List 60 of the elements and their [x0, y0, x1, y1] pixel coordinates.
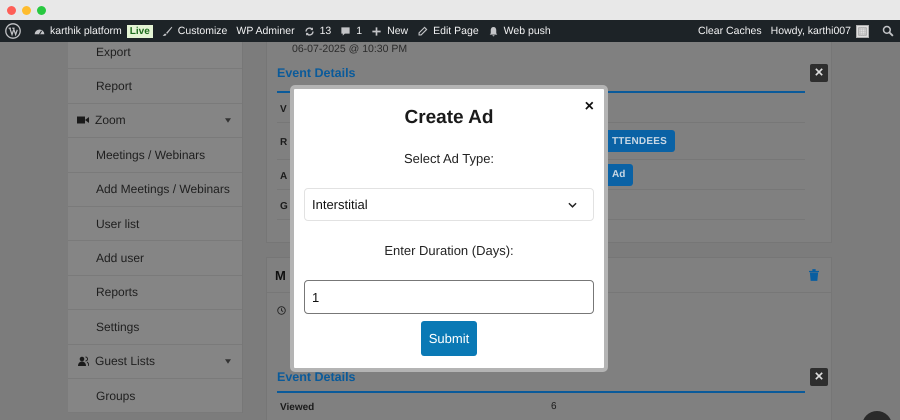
people-icon: [77, 356, 89, 366]
caret-icon: [225, 358, 231, 364]
row-label: A: [280, 170, 288, 182]
event-date: 06-07-2025 @ 10:30 PM: [291, 42, 408, 57]
row-value: 6: [551, 400, 557, 412]
wordpress-logo-icon[interactable]: [5, 23, 21, 39]
field-label: Enter Duration (Days):: [384, 243, 514, 258]
caret-icon: [225, 118, 231, 123]
sidebar-item[interactable]: Guest Lists: [68, 344, 242, 379]
close-button[interactable]: ×: [582, 99, 596, 115]
submit-button[interactable]: Submit: [420, 321, 478, 356]
sidebar-item[interactable]: User list: [68, 206, 242, 242]
bell-icon: [488, 26, 499, 36]
avatar-icon: [856, 24, 869, 38]
close-window-button[interactable]: [7, 6, 16, 14]
close-button[interactable]: ×: [810, 64, 828, 82]
field-label: Select Ad Type:: [404, 151, 494, 166]
dialog-title: Create Ad: [404, 107, 494, 129]
row-label: Viewed: [280, 402, 314, 413]
ad-type-select[interactable]: Interstitial: [304, 188, 594, 221]
duration-input-field[interactable]: 1: [304, 280, 594, 314]
maximize-window-button[interactable]: [37, 6, 46, 14]
meeting-title: M: [275, 268, 286, 282]
edit-page-link[interactable]: Edit Page: [417, 25, 479, 37]
live-badge: Live: [126, 24, 153, 38]
row-label: V: [280, 104, 287, 114]
plus-icon: [371, 26, 382, 36]
sidebar-item[interactable]: Zoom: [68, 104, 242, 138]
admin-bar-link[interactable]: WP Adminer: [236, 25, 295, 37]
row-label: G: [280, 200, 288, 212]
customize-link[interactable]: Customize: [162, 25, 228, 37]
sidebar-item[interactable]: Reports: [68, 276, 242, 310]
sidebar-item[interactable]: Add user: [68, 241, 242, 276]
clock-icon: [277, 306, 286, 315]
comment-icon: [340, 26, 352, 36]
account-link[interactable]: Howdy, karthi007: [770, 24, 869, 38]
site-name-link[interactable]: karthik platform: [34, 25, 122, 37]
section-title: Event Details: [277, 370, 356, 384]
sidebar-item[interactable]: Report: [68, 69, 242, 104]
comments-link[interactable]: 1: [340, 25, 362, 37]
sidebar-item[interactable]: Export: [68, 42, 242, 70]
video-camera-icon: [77, 115, 89, 126]
search-icon[interactable]: [882, 25, 894, 37]
web-push-link[interactable]: Web push: [488, 25, 551, 37]
pencil-icon: [417, 26, 428, 36]
row-label: R: [280, 137, 288, 148]
close-button[interactable]: ×: [810, 368, 828, 386]
sidebar-item[interactable]: Add Meetings / Webinars: [68, 172, 242, 207]
clear-caches-link[interactable]: Clear Caches: [698, 25, 762, 37]
section-title: Event Details: [277, 66, 356, 80]
new-link[interactable]: New: [371, 25, 408, 37]
sidebar-item[interactable]: Settings: [68, 310, 242, 345]
paintbrush-icon: [162, 26, 173, 36]
sidebar-item[interactable]: Groups: [68, 378, 242, 414]
updates-link[interactable]: 13: [304, 25, 332, 37]
minimize-window-button[interactable]: [22, 6, 31, 14]
sidebar-item[interactable]: Meetings / Webinars: [68, 138, 242, 173]
trash-icon[interactable]: [809, 269, 819, 281]
chevron-down-icon: [568, 202, 577, 208]
refresh-icon: [304, 26, 315, 36]
